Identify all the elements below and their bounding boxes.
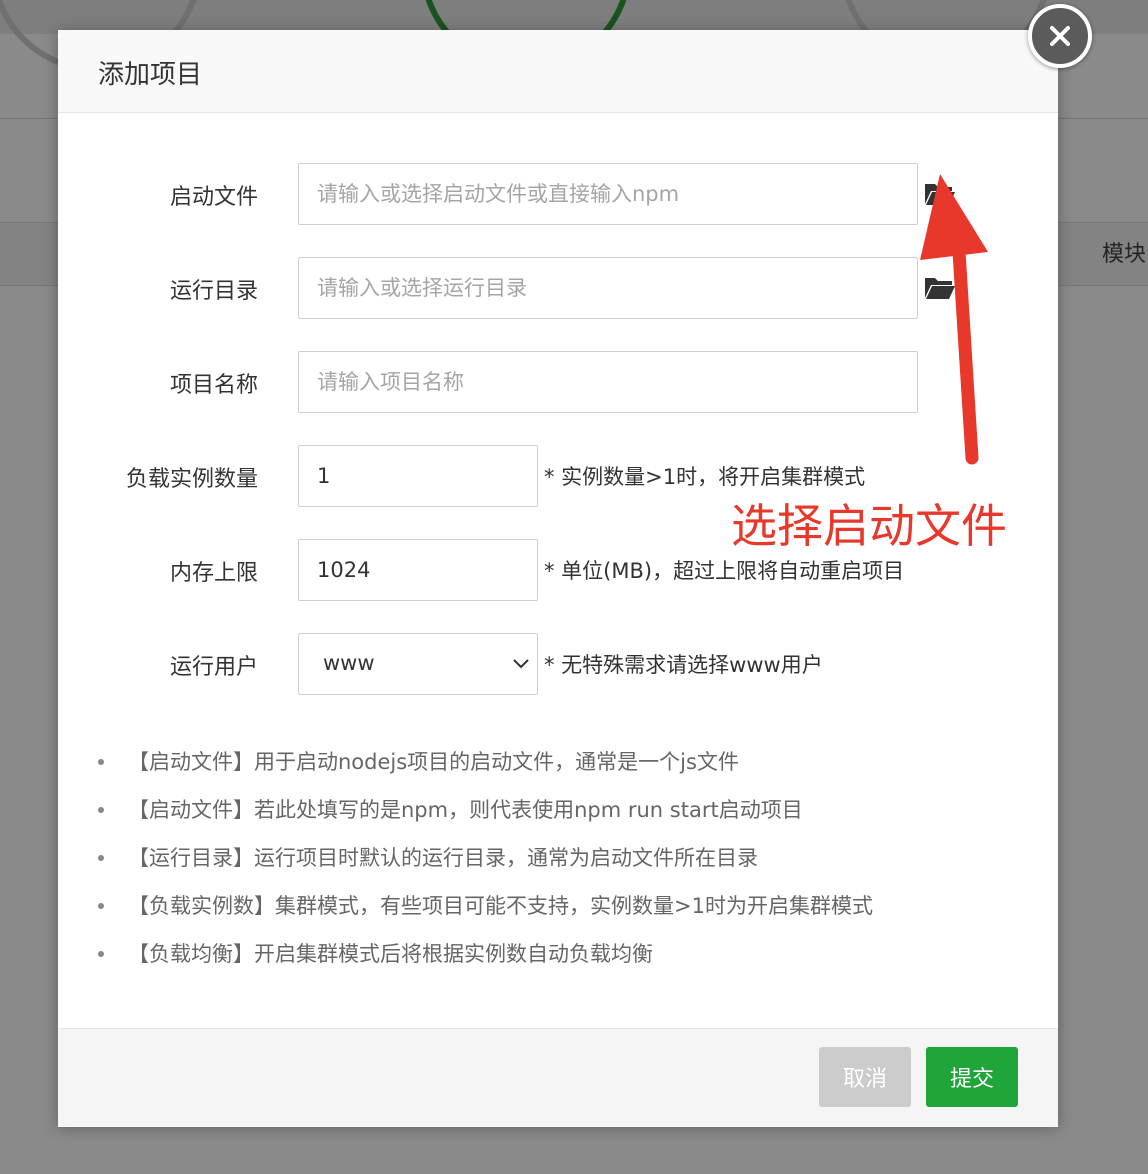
list-item: 【负载均衡】开启集群模式后将根据实例数自动负载均衡 bbox=[98, 940, 1018, 988]
run-user-row: 运行用户 www * 无特殊需求请选择www用户 bbox=[58, 633, 1058, 697]
annotation-text: 选择启动文件 bbox=[731, 499, 1007, 553]
start-file-input[interactable] bbox=[298, 163, 918, 225]
help-tips-list: 【启动文件】用于启动nodejs项目的启动文件，通常是一个js文件 【启动文件】… bbox=[98, 748, 1018, 988]
list-item: 【启动文件】用于启动nodejs项目的启动文件，通常是一个js文件 bbox=[98, 748, 1018, 796]
run-user-hint: * 无特殊需求请选择www用户 bbox=[544, 653, 823, 677]
list-item: 【运行目录】运行项目时默认的运行目录，通常为启动文件所在目录 bbox=[98, 844, 1018, 892]
memory-limit-input[interactable] bbox=[298, 539, 538, 601]
start-file-label: 启动文件 bbox=[169, 185, 258, 210]
close-icon bbox=[1050, 26, 1070, 46]
dialog-title: 添加项目 bbox=[98, 60, 203, 90]
dialog-footer: 取消 提交 bbox=[58, 1028, 1058, 1127]
memory-limit-hint: * 单位(MB)，超过上限将自动重启项目 bbox=[544, 559, 905, 583]
instances-label: 负载实例数量 bbox=[125, 467, 258, 492]
bullet-icon bbox=[98, 759, 104, 765]
instances-hint: * 实例数量>1时，将开启集群模式 bbox=[544, 465, 866, 489]
instances-input[interactable] bbox=[298, 445, 538, 507]
bullet-icon bbox=[98, 855, 104, 861]
list-item: 【负载实例数】集群模式，有些项目可能不支持，实例数量>1时为开启集群模式 bbox=[98, 892, 1018, 940]
dialog-header: 添加项目 bbox=[58, 4, 1092, 113]
list-item: 【启动文件】若此处填写的是npm，则代表使用npm run start启动项目 bbox=[98, 796, 1018, 844]
run-dir-label: 运行目录 bbox=[169, 279, 258, 304]
close-button[interactable] bbox=[1028, 4, 1092, 68]
project-name-label: 项目名称 bbox=[169, 373, 258, 398]
run-dir-input[interactable] bbox=[298, 257, 918, 319]
bullet-icon bbox=[98, 903, 104, 909]
bullet-icon bbox=[98, 951, 104, 957]
submit-button[interactable]: 提交 bbox=[926, 1047, 1018, 1107]
memory-limit-label: 内存上限 bbox=[169, 561, 258, 586]
run-user-label: 运行用户 bbox=[169, 655, 258, 680]
run-user-selected-value: www bbox=[323, 651, 375, 675]
bullet-icon bbox=[98, 807, 104, 813]
annotation-arrow-icon bbox=[920, 174, 988, 465]
project-name-input[interactable] bbox=[298, 351, 918, 413]
cancel-button[interactable]: 取消 bbox=[819, 1047, 911, 1107]
run-user-select[interactable]: www bbox=[298, 633, 538, 695]
chevron-down-icon bbox=[513, 659, 529, 669]
